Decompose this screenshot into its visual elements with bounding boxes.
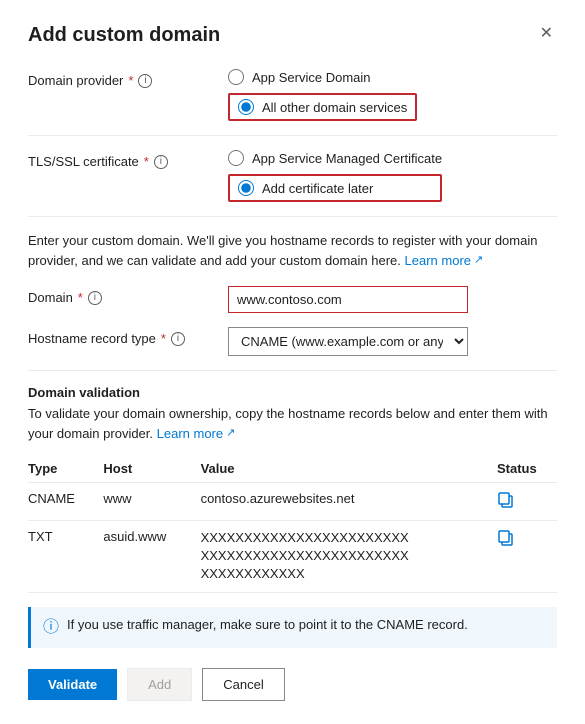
domain-validation-desc: To validate your domain ownership, copy … bbox=[28, 404, 557, 443]
domain-provider-info-icon[interactable]: i bbox=[138, 74, 152, 88]
divider-3 bbox=[28, 370, 557, 371]
divider-1 bbox=[28, 135, 557, 136]
radio-all-other-domain[interactable]: All other domain services bbox=[228, 93, 417, 121]
validation-learn-more-link[interactable]: Learn more ↗ bbox=[157, 424, 236, 444]
dialog-header: Add custom domain ✕ bbox=[28, 24, 557, 47]
tls-ssl-info-icon[interactable]: i bbox=[154, 155, 168, 169]
row-host: www bbox=[103, 483, 200, 521]
domain-validation-title: Domain validation bbox=[28, 385, 557, 400]
domain-required-marker: * bbox=[78, 290, 83, 305]
learn-more-link[interactable]: Learn more ↗ bbox=[405, 251, 484, 271]
row-type: CNAME bbox=[28, 483, 103, 521]
row-value: contoso.azurewebsites.net bbox=[201, 483, 497, 521]
table-row: CNAME www contoso.azurewebsites.net bbox=[28, 483, 557, 521]
domain-provider-row: Domain provider * i App Service Domain A… bbox=[28, 69, 557, 121]
add-button: Add bbox=[127, 668, 192, 701]
radio-all-other-domain-input[interactable] bbox=[238, 99, 254, 115]
notice-text: If you use traffic manager, make sure to… bbox=[67, 615, 468, 635]
hostname-record-row: Hostname record type * i CNAME (www.exam… bbox=[28, 327, 557, 356]
radio-app-service-managed[interactable]: App Service Managed Certificate bbox=[228, 150, 442, 166]
hostname-record-select[interactable]: CNAME (www.example.com or any subdo... A… bbox=[228, 327, 468, 356]
validate-button[interactable]: Validate bbox=[28, 669, 117, 700]
radio-app-service-managed-input[interactable] bbox=[228, 150, 244, 166]
domain-provider-label: Domain provider * i bbox=[28, 69, 228, 88]
domain-info-icon[interactable]: i bbox=[88, 291, 102, 305]
row-host: asuid.www bbox=[103, 521, 200, 593]
validation-external-link-icon: ↗ bbox=[226, 425, 235, 442]
hostname-info-icon[interactable]: i bbox=[171, 332, 185, 346]
external-link-icon: ↗ bbox=[474, 252, 483, 269]
notice-icon: ⓘ bbox=[43, 616, 59, 640]
dialog-title: Add custom domain bbox=[28, 24, 220, 47]
domain-input[interactable] bbox=[228, 286, 468, 313]
domain-provider-radio-group: App Service Domain All other domain serv… bbox=[228, 69, 417, 121]
notice-bar: ⓘ If you use traffic manager, make sure … bbox=[28, 607, 557, 648]
table-row: TXT asuid.www XXXXXXXXXXXXXXXXXXXXXXXXXX… bbox=[28, 521, 557, 593]
domain-label: Domain * i bbox=[28, 286, 228, 305]
radio-add-cert-later[interactable]: Add certificate later bbox=[228, 174, 442, 202]
hostname-required-marker: * bbox=[161, 331, 166, 346]
domain-validation-section: Domain validation To validate your domai… bbox=[28, 385, 557, 593]
domain-row: Domain * i bbox=[28, 286, 557, 313]
radio-add-cert-later-input[interactable] bbox=[238, 180, 254, 196]
radio-app-service-domain-label: App Service Domain bbox=[252, 70, 371, 85]
copy-cname-button[interactable] bbox=[497, 491, 515, 509]
tls-ssl-radio-group: App Service Managed Certificate Add cert… bbox=[228, 150, 442, 202]
hostname-record-label: Hostname record type * i bbox=[28, 327, 228, 346]
col-value: Value bbox=[201, 455, 497, 483]
col-type: Type bbox=[28, 455, 103, 483]
validation-table: Type Host Value Status CNAME www contoso… bbox=[28, 455, 557, 593]
row-status bbox=[497, 521, 557, 593]
col-host: Host bbox=[103, 455, 200, 483]
copy-txt-button[interactable] bbox=[497, 529, 515, 547]
radio-app-service-domain[interactable]: App Service Domain bbox=[228, 69, 417, 85]
divider-2 bbox=[28, 216, 557, 217]
info-text: Enter your custom domain. We'll give you… bbox=[28, 231, 557, 270]
cancel-button[interactable]: Cancel bbox=[202, 668, 284, 701]
close-button[interactable]: ✕ bbox=[536, 24, 557, 44]
tls-ssl-label: TLS/SSL certificate * i bbox=[28, 150, 228, 169]
tls-ssl-row: TLS/SSL certificate * i App Service Mana… bbox=[28, 150, 557, 202]
add-custom-domain-dialog: Add custom domain ✕ Domain provider * i … bbox=[0, 0, 585, 724]
required-marker: * bbox=[128, 73, 133, 88]
radio-all-other-domain-label: All other domain services bbox=[262, 100, 407, 115]
row-type: TXT bbox=[28, 521, 103, 593]
col-status: Status bbox=[497, 455, 557, 483]
tls-required-marker: * bbox=[144, 154, 149, 169]
radio-app-service-domain-input[interactable] bbox=[228, 69, 244, 85]
radio-app-service-managed-label: App Service Managed Certificate bbox=[252, 151, 442, 166]
footer-buttons: Validate Add Cancel bbox=[28, 668, 557, 701]
row-value: XXXXXXXXXXXXXXXXXXXXXXXXXXXXXXXXXXXXXXXX… bbox=[201, 521, 497, 593]
row-status bbox=[497, 483, 557, 521]
radio-add-cert-later-label: Add certificate later bbox=[262, 181, 373, 196]
